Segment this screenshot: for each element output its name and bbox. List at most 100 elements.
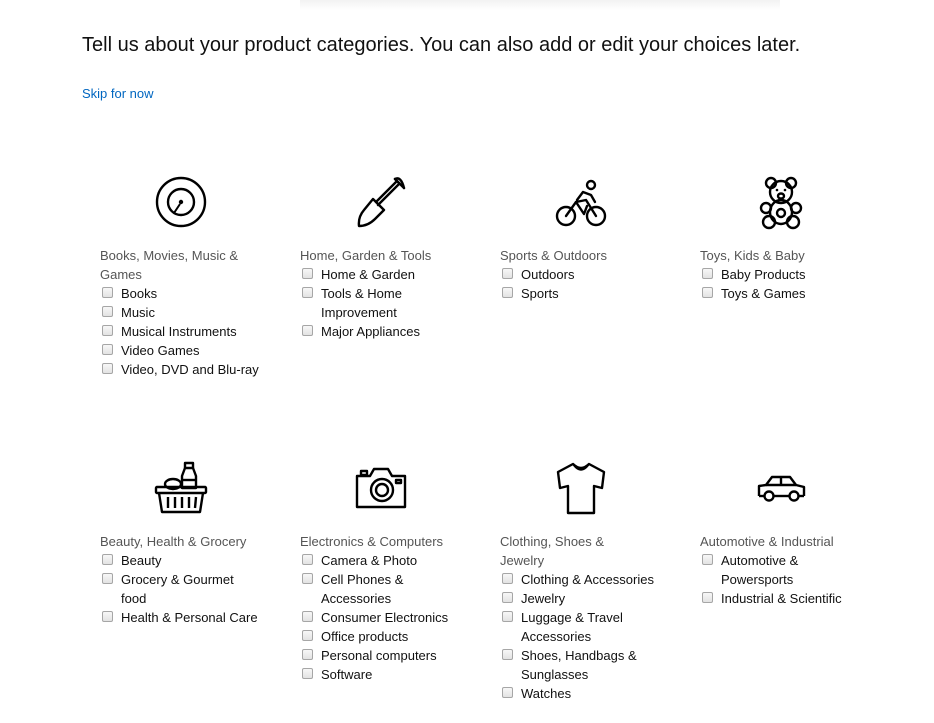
option-health-personal-care[interactable]: Health & Personal Care — [100, 608, 280, 627]
option-cell-phones-accessories[interactable]: Cell Phones & Accessories — [300, 570, 421, 608]
option-label: Industrial & Scientific — [721, 591, 842, 606]
option-tools-home-improvement[interactable]: Tools & Home Improvement — [300, 284, 441, 322]
checkbox[interactable] — [302, 630, 313, 641]
option-label: Beauty — [121, 553, 162, 568]
checkbox[interactable] — [302, 325, 313, 336]
checkbox[interactable] — [502, 573, 513, 584]
option-music[interactable]: Music — [100, 303, 280, 322]
checkbox[interactable] — [502, 611, 513, 622]
option-label: Shoes, Handbags & Sunglasses — [521, 648, 637, 682]
category-body: Beauty, Health & Grocery Beauty Grocery … — [100, 532, 280, 627]
option-books[interactable]: Books — [100, 284, 280, 303]
top-shadow — [300, 0, 780, 10]
checkbox[interactable] — [502, 649, 513, 660]
option-label: Jewelry — [521, 591, 566, 606]
category-body: Toys, Kids & Baby Baby Products Toys & G… — [700, 246, 880, 303]
option-software[interactable]: Software — [300, 665, 480, 684]
checkbox[interactable] — [302, 573, 313, 584]
checkbox[interactable] — [102, 287, 113, 298]
option-label: Office products — [321, 629, 409, 644]
checkbox[interactable] — [702, 287, 713, 298]
checkbox[interactable] — [102, 611, 113, 622]
checkbox[interactable] — [702, 592, 713, 603]
option-label: Home & Garden — [321, 267, 415, 282]
option-label: Software — [321, 667, 373, 682]
checkbox[interactable] — [302, 268, 313, 279]
checkbox[interactable] — [102, 325, 113, 336]
option-label: Cell Phones & Accessories — [321, 572, 404, 606]
checkbox[interactable] — [502, 592, 513, 603]
option-label: Clothing & Accessories — [521, 572, 654, 587]
option-label: Health & Personal Care — [121, 610, 258, 625]
checkbox[interactable] — [102, 363, 113, 374]
option-label: Toys & Games — [721, 286, 806, 301]
grocery-basket-icon — [151, 458, 211, 518]
checkbox[interactable] — [302, 611, 313, 622]
option-label: Books — [121, 286, 158, 301]
option-office-products[interactable]: Office products — [300, 627, 480, 646]
option-label: Grocery & Gourmet food — [121, 572, 234, 606]
option-industrial-scientific[interactable]: Industrial & Scientific — [700, 589, 880, 608]
option-label: Watches — [521, 686, 572, 701]
option-sports[interactable]: Sports — [500, 284, 680, 303]
option-label: Tools & Home Improvement — [321, 286, 402, 320]
checkbox[interactable] — [302, 287, 313, 298]
checkbox[interactable] — [502, 268, 513, 279]
option-label: Musical Instruments — [121, 324, 237, 339]
category-title: Books, Movies, Music & Games — [100, 248, 238, 282]
option-personal-computers[interactable]: Personal computers — [300, 646, 480, 665]
option-grocery-gourmet-food[interactable]: Grocery & Gourmet food — [100, 570, 241, 608]
option-label: Video, DVD and Blu-ray — [121, 362, 259, 377]
option-label: Baby Products — [721, 267, 806, 282]
option-outdoors[interactable]: Outdoors — [500, 265, 680, 284]
option-label: Sports — [521, 286, 559, 301]
option-clothing-accessories[interactable]: Clothing & Accessories — [500, 570, 680, 589]
checkbox[interactable] — [102, 554, 113, 565]
category-body: Electronics & Computers Camera & Photo C… — [300, 532, 480, 684]
vinyl-record-icon — [151, 172, 211, 232]
option-label: Camera & Photo — [321, 553, 418, 568]
category-body: Home, Garden & Tools Home & Garden Tools… — [300, 246, 480, 341]
option-home-garden[interactable]: Home & Garden — [300, 265, 480, 284]
option-label: Video Games — [121, 343, 200, 358]
checkbox[interactable] — [302, 649, 313, 660]
option-shoes-handbags-sunglasses[interactable]: Shoes, Handbags & Sunglasses — [500, 646, 651, 684]
option-luggage-travel-accessories[interactable]: Luggage & Travel Accessories — [500, 608, 651, 646]
cyclist-icon — [551, 172, 611, 232]
option-camera-photo[interactable]: Camera & Photo — [300, 551, 480, 570]
option-toys-games[interactable]: Toys & Games — [700, 284, 880, 303]
option-video-games[interactable]: Video Games — [100, 341, 280, 360]
category-title: Automotive & Industrial — [700, 534, 834, 549]
option-label: Consumer Electronics — [321, 610, 449, 625]
checkbox[interactable] — [502, 687, 513, 698]
option-beauty[interactable]: Beauty — [100, 551, 280, 570]
option-label: Automotive & Powersports — [721, 553, 799, 587]
option-label: Major Appliances — [321, 324, 420, 339]
checkbox[interactable] — [702, 554, 713, 565]
option-consumer-electronics[interactable]: Consumer Electronics — [300, 608, 480, 627]
car-icon — [751, 458, 811, 518]
checkbox[interactable] — [302, 554, 313, 565]
checkbox[interactable] — [102, 344, 113, 355]
option-jewelry[interactable]: Jewelry — [500, 589, 680, 608]
category-title: Toys, Kids & Baby — [700, 248, 805, 263]
checkbox[interactable] — [102, 306, 113, 317]
checkbox[interactable] — [102, 573, 113, 584]
option-automotive-powersports[interactable]: Automotive & Powersports — [700, 551, 831, 589]
option-baby-products[interactable]: Baby Products — [700, 265, 880, 284]
category-body: Sports & Outdoors Outdoors Sports — [500, 246, 680, 303]
option-watches[interactable]: Watches — [500, 684, 680, 703]
skip-for-now-link[interactable]: Skip for now — [82, 86, 154, 102]
option-musical-instruments[interactable]: Musical Instruments — [100, 322, 280, 341]
category-title: Sports & Outdoors — [500, 248, 607, 263]
page-title: Tell us about your product categories. Y… — [82, 34, 801, 56]
option-label: Outdoors — [521, 267, 575, 282]
tshirt-icon — [551, 458, 611, 518]
checkbox[interactable] — [502, 287, 513, 298]
camera-icon — [351, 458, 411, 518]
option-label: Luggage & Travel Accessories — [521, 610, 623, 644]
option-major-appliances[interactable]: Major Appliances — [300, 322, 480, 341]
checkbox[interactable] — [702, 268, 713, 279]
option-video-dvd-bluray[interactable]: Video, DVD and Blu-ray — [100, 360, 280, 379]
checkbox[interactable] — [302, 668, 313, 679]
